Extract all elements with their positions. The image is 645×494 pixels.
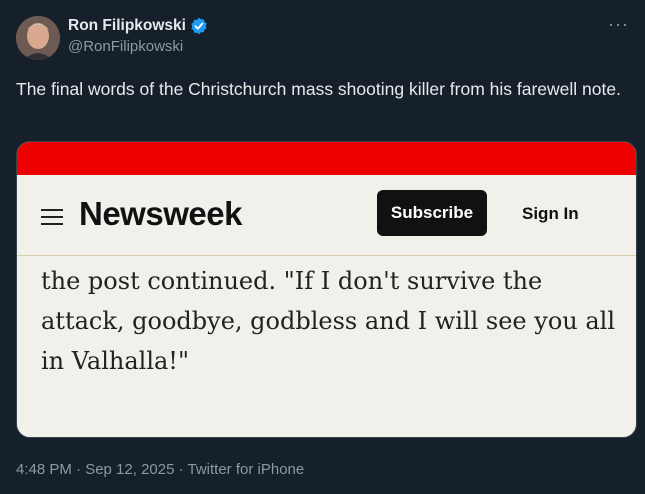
newsweek-logo: Newsweek <box>79 195 242 232</box>
tweet-media-image[interactable]: Newsweek Subscribe Sign In the post cont… <box>16 141 637 438</box>
tweet-author: Ron Filipkowski @RonFilipkowski <box>68 16 208 55</box>
author-handle[interactable]: @RonFilipkowski <box>68 38 208 55</box>
newsweek-header: Newsweek Subscribe Sign In <box>17 175 636 256</box>
tweet-text: The final words of the Christchurch mass… <box>16 79 621 99</box>
subscribe-button: Subscribe <box>377 190 487 236</box>
sign-in-link: Sign In <box>522 204 579 223</box>
newsweek-red-bar <box>17 142 636 175</box>
article-excerpt: the post continued. "If I don't survive … <box>41 267 616 375</box>
verified-badge-icon <box>190 17 208 35</box>
menu-icon <box>41 209 63 230</box>
avatar-photo <box>16 16 60 60</box>
more-options-icon[interactable]: ··· <box>608 14 629 34</box>
author-display-name[interactable]: Ron Filipkowski <box>68 17 186 35</box>
avatar[interactable] <box>16 16 60 60</box>
tweet-timestamp[interactable]: 4:48 PM · Sep 12, 2025 · Twitter for iPh… <box>16 461 304 478</box>
